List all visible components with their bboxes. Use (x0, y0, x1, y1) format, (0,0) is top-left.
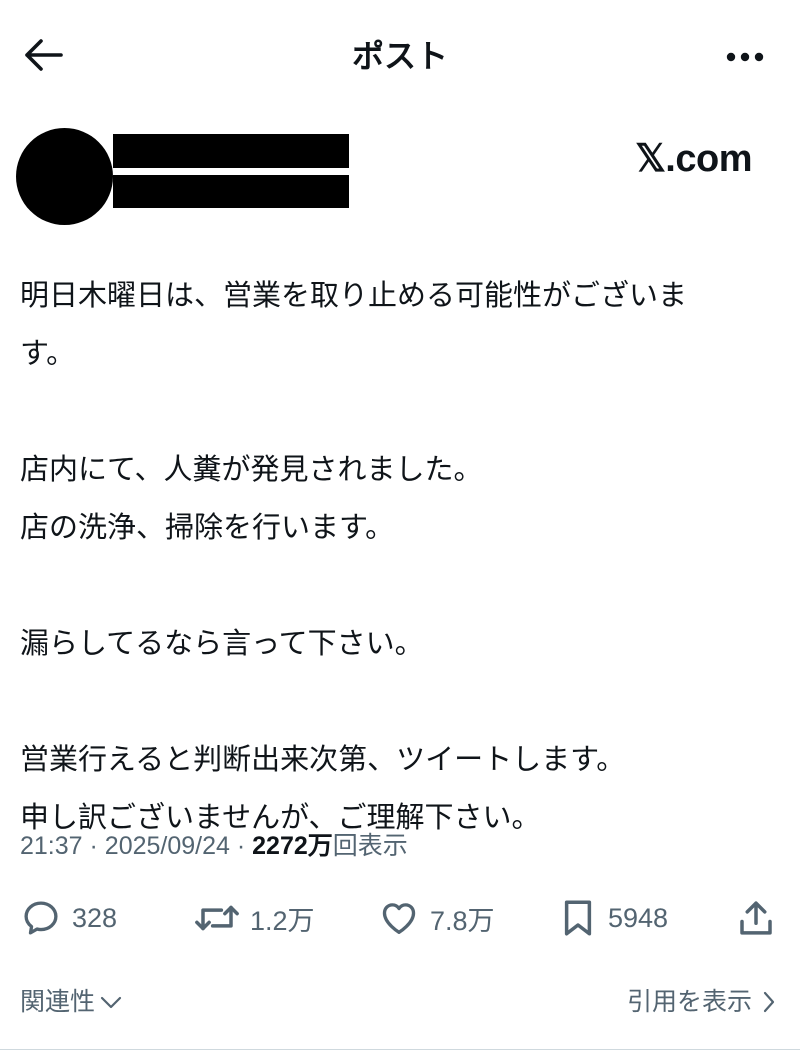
redacted-handle[interactable] (113, 175, 349, 208)
repost-count: 1.2万 (250, 905, 315, 936)
chevron-right-icon (762, 990, 776, 1014)
post-line: 明日木曜日は、営業を取り止める可能性がございま (20, 278, 688, 312)
divider (0, 1049, 800, 1050)
share-button[interactable] (736, 892, 776, 944)
views-count: 2272万 (252, 832, 333, 860)
repost-icon (194, 897, 240, 939)
post-time[interactable]: 21:37 (20, 832, 83, 860)
reply-icon (20, 897, 62, 939)
page-title: ポスト (351, 37, 448, 75)
post-line: す。 (20, 336, 76, 370)
more-horizontal-icon (725, 48, 765, 67)
repost-button[interactable]: 1.2万 (194, 892, 315, 944)
more-options-button[interactable] (720, 32, 770, 82)
bookmark-icon (558, 897, 598, 939)
like-button[interactable]: 7.8万 (378, 892, 495, 944)
quotes-label: 引用を表示 (626, 987, 752, 1016)
post-meta: 21:37 · 2025/09/24 · 2272万回表示 (20, 826, 408, 866)
replies-controls: 関連性 引用を表示 (20, 980, 780, 1024)
post-line: 店内にて、人糞が発見されました。 (20, 452, 483, 486)
heart-icon (378, 897, 420, 939)
chevron-down-icon (99, 993, 123, 1011)
reply-count: 328 (72, 902, 118, 933)
action-bar: 328 1.2万 7.8万 5948 (20, 892, 780, 944)
bookmark-button[interactable]: 5948 (558, 892, 668, 944)
view-quotes-link[interactable]: 引用を表示 (627, 980, 776, 1024)
bookmark-count: 5948 (608, 902, 669, 933)
post-line: 営業行えると判断出来次第、ツイートします。 (20, 742, 626, 776)
views-label: 回表示 (332, 832, 408, 860)
post-text: 明日木曜日は、営業を取り止める可能性がございま す。 店内にて、人糞が発見されま… (20, 266, 780, 846)
post-line: 漏らしてるなら言って下さい。 (20, 626, 424, 660)
reply-button[interactable]: 328 (20, 892, 117, 944)
avatar[interactable] (16, 128, 113, 225)
sort-relevance-dropdown[interactable]: 関連性 (20, 980, 123, 1024)
meta-separator: · (89, 832, 98, 860)
meta-separator: · (236, 832, 246, 860)
like-count: 7.8万 (430, 905, 495, 936)
brand-watermark: 𝕏.com (635, 138, 752, 180)
redacted-display-name[interactable] (113, 134, 349, 168)
share-icon (736, 897, 776, 939)
post-line: 店の洗浄、掃除を行います。 (20, 510, 395, 544)
sort-label: 関連性 (20, 987, 96, 1016)
post-date[interactable]: 2025/09/24 (105, 832, 230, 860)
top-bar: ポスト (0, 0, 800, 110)
